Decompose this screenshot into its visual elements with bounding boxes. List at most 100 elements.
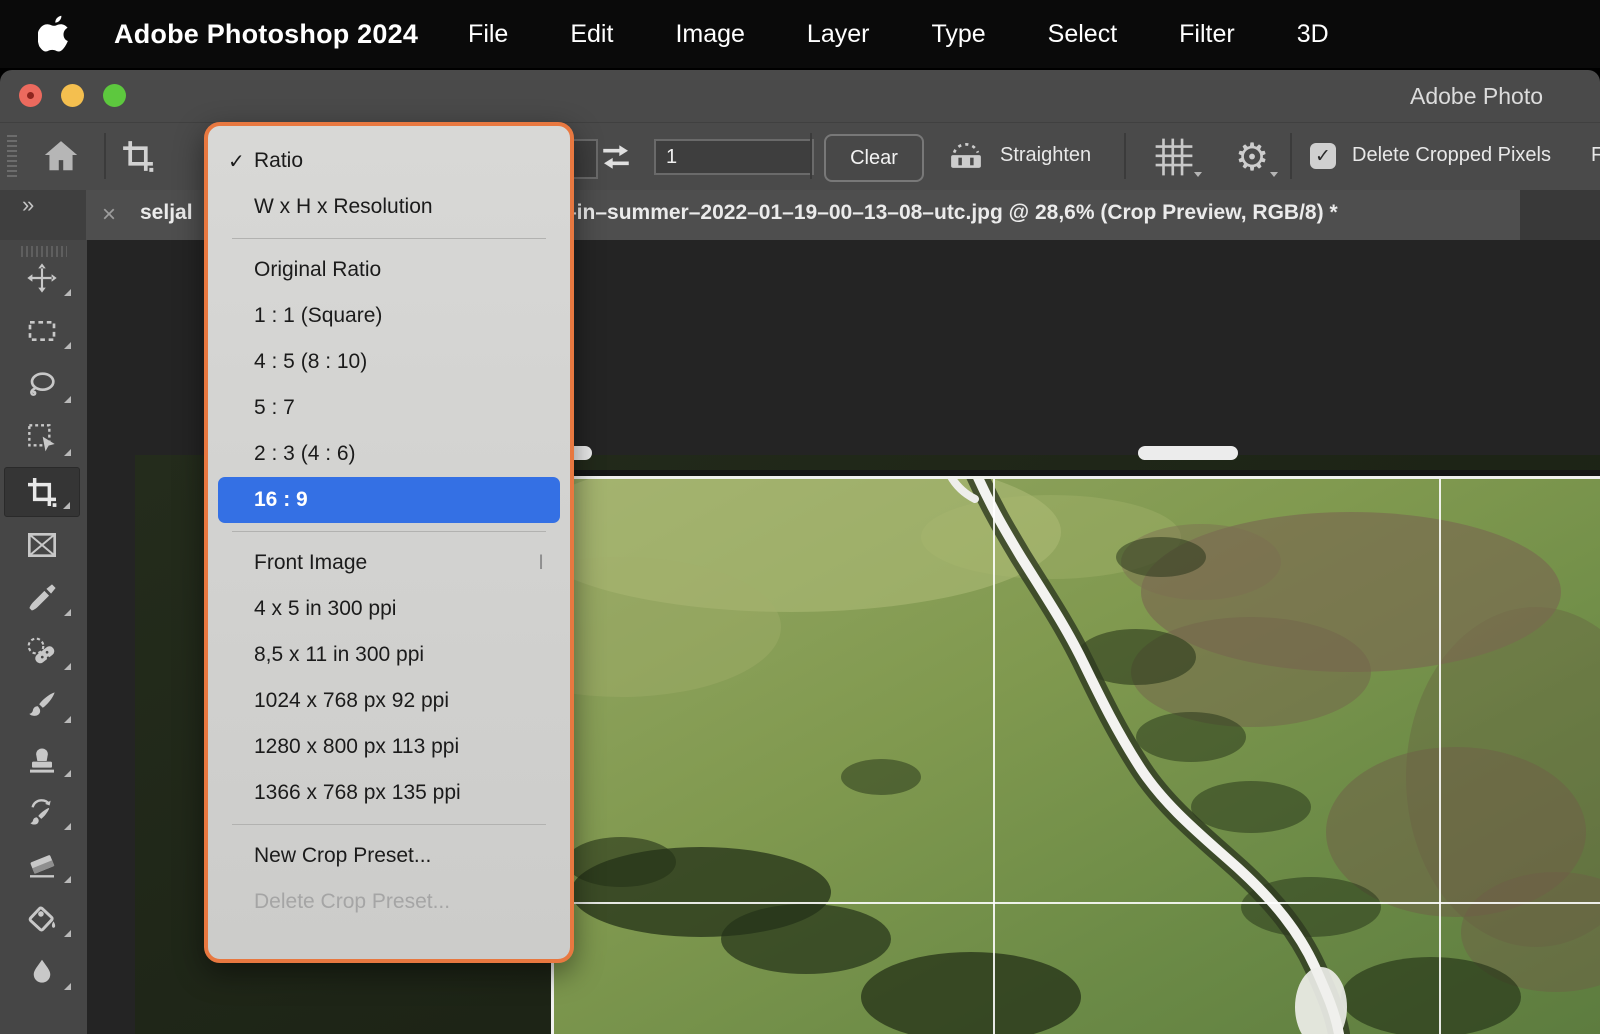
menu-item-label: 2 : 3 (4 : 6) bbox=[254, 442, 356, 466]
window-title: Adobe Photo bbox=[1410, 83, 1543, 110]
crop-top-middle-handle[interactable] bbox=[1138, 446, 1238, 460]
delete-cropped-pixels-checkbox[interactable]: ✓ bbox=[1310, 143, 1336, 169]
tool-frame[interactable] bbox=[4, 520, 80, 570]
spot-healing-brush-icon bbox=[26, 636, 58, 668]
tool-clone-stamp[interactable] bbox=[4, 734, 80, 784]
menu-item-4-x-5-in-300-ppi[interactable]: 4 x 5 in 300 ppi bbox=[218, 586, 560, 632]
crop-grid-horizontal-1 bbox=[553, 902, 1600, 904]
menu-item-2-3-4-6[interactable]: 2 : 3 (4 : 6) bbox=[218, 431, 560, 477]
menubar-item-filter[interactable]: Filter bbox=[1179, 20, 1235, 49]
tool-flyout-indicator bbox=[64, 983, 71, 990]
menu-item-label: 4 x 5 in 300 ppi bbox=[254, 597, 396, 621]
tool-flyout-indicator bbox=[64, 716, 71, 723]
menubar-item-edit[interactable]: Edit bbox=[570, 20, 613, 49]
crop-icon bbox=[26, 476, 58, 508]
straighten-label[interactable]: Straighten bbox=[1000, 144, 1091, 167]
swap-width-height-icon[interactable] bbox=[596, 137, 636, 177]
straighten-icon[interactable] bbox=[944, 137, 988, 179]
menu-item-label: Original Ratio bbox=[254, 258, 381, 282]
delete-cropped-pixels-label[interactable]: Delete Cropped Pixels bbox=[1352, 144, 1551, 167]
menu-items: File Edit Image Layer Type Select Filter 3D bbox=[468, 20, 1329, 49]
move-icon bbox=[26, 262, 58, 294]
crop-settings-gear-icon[interactable]: ⚙ bbox=[1228, 133, 1276, 181]
menubar-item-type[interactable]: Type bbox=[931, 20, 985, 49]
menu-item-label: 16 : 9 bbox=[254, 488, 308, 512]
crop-grid-vertical-1 bbox=[993, 479, 995, 1034]
tool-flyout-indicator bbox=[64, 342, 71, 349]
home-icon[interactable] bbox=[40, 135, 82, 177]
crop-preset-dropdown-menu: ✓RatioW x H x Resolution Original Ratio 1 … bbox=[204, 122, 574, 963]
menu-item-label: 1 : 1 (Square) bbox=[254, 304, 382, 328]
zoom-window-button[interactable] bbox=[103, 84, 126, 107]
menu-item-shortcut: I bbox=[538, 551, 544, 575]
menu-item-1024-x-768-px-92-ppi[interactable]: 1024 x 768 px 92 ppi bbox=[218, 678, 560, 724]
tool-eraser[interactable] bbox=[4, 840, 80, 890]
crop-tool-preset-icon[interactable] bbox=[118, 136, 158, 176]
macos-menu-bar: Adobe Photoshop 2024 File Edit Image Layer T… bbox=[0, 0, 1600, 68]
frame-icon bbox=[26, 529, 58, 561]
tool-flyout-indicator bbox=[64, 449, 71, 456]
tool-history-brush[interactable] bbox=[4, 787, 80, 837]
checkmark-icon: ✓ bbox=[228, 149, 245, 174]
tool-blur[interactable] bbox=[4, 947, 80, 997]
tool-flyout-indicator bbox=[64, 770, 71, 777]
tool-paint-bucket[interactable] bbox=[4, 894, 80, 944]
menu-item-ratio[interactable]: ✓Ratio bbox=[218, 138, 560, 184]
clone-stamp-icon bbox=[26, 743, 58, 775]
menu-item-5-7[interactable]: 5 : 7 bbox=[218, 385, 560, 431]
tool-flyout-indicator bbox=[64, 289, 71, 296]
apple-logo-icon[interactable] bbox=[38, 14, 72, 54]
tool-spot-healing-brush[interactable] bbox=[4, 627, 80, 677]
tool-flyout-indicator bbox=[64, 930, 71, 937]
window-title-bar bbox=[0, 70, 1600, 122]
menubar-item-select[interactable]: Select bbox=[1048, 20, 1117, 49]
menu-item-label: Delete Crop Preset... bbox=[254, 890, 450, 914]
collapse-panels-button[interactable]: » bbox=[0, 190, 86, 240]
crop-height-input[interactable] bbox=[654, 139, 814, 175]
clear-button[interactable]: Clear bbox=[824, 134, 924, 182]
menu-item-label: 5 : 7 bbox=[254, 396, 295, 420]
menu-item-label: 1024 x 768 px 92 ppi bbox=[254, 689, 449, 713]
menubar-item-image[interactable]: Image bbox=[675, 20, 744, 49]
menu-separator bbox=[232, 238, 546, 239]
paint-bucket-icon bbox=[26, 903, 58, 935]
menu-item-label: Front Image bbox=[254, 551, 367, 575]
crop-overlay-grid-icon[interactable] bbox=[1150, 135, 1198, 179]
tool-object-selection[interactable] bbox=[4, 413, 80, 463]
menu-item-1-1-square[interactable]: 1 : 1 (Square) bbox=[218, 293, 560, 339]
menu-item-new-crop-preset[interactable]: New Crop Preset... bbox=[218, 833, 560, 879]
menubar-item-3d[interactable]: 3D bbox=[1297, 20, 1329, 49]
checkmark-icon: ✓ bbox=[1315, 145, 1331, 168]
photoshop-window: Adobe Photoshop 2024 File Edit Image Layer T… bbox=[0, 0, 1600, 1034]
tool-move[interactable] bbox=[4, 253, 80, 303]
tool-lasso[interactable] bbox=[4, 360, 80, 410]
tool-eyedropper[interactable] bbox=[4, 573, 80, 623]
tool-flyout-indicator bbox=[63, 502, 70, 509]
menu-item-16-9[interactable]: 16 : 9 bbox=[218, 477, 560, 523]
minimize-window-button[interactable] bbox=[61, 84, 84, 107]
menu-item-1366-x-768-px-135-ppi[interactable]: 1366 x 768 px 135 ppi bbox=[218, 770, 560, 816]
close-tab-icon[interactable]: × bbox=[102, 201, 116, 229]
menubar-item-layer[interactable]: Layer bbox=[807, 20, 870, 49]
tool-rectangular-marquee[interactable] bbox=[4, 306, 80, 356]
brush-icon bbox=[26, 689, 58, 721]
menu-item-4-5-8-10[interactable]: 4 : 5 (8 : 10) bbox=[218, 339, 560, 385]
menubar-item-file[interactable]: File bbox=[468, 20, 508, 49]
object-selection-icon bbox=[26, 422, 58, 454]
crop-top-edge[interactable] bbox=[551, 476, 1600, 479]
tool-brush[interactable] bbox=[4, 680, 80, 730]
options-bar-grip[interactable] bbox=[7, 135, 17, 179]
menu-item-8-5-x-11-in-300-ppi[interactable]: 8,5 x 11 in 300 ppi bbox=[218, 632, 560, 678]
lasso-icon bbox=[26, 369, 58, 401]
menu-item-label: 8,5 x 11 in 300 ppi bbox=[254, 643, 424, 667]
tool-flyout-indicator bbox=[64, 609, 71, 616]
menu-item-original-ratio[interactable]: Original Ratio bbox=[218, 247, 560, 293]
app-name[interactable]: Adobe Photoshop 2024 bbox=[114, 19, 418, 50]
tools-panel bbox=[0, 240, 88, 1034]
close-window-button[interactable] bbox=[19, 84, 42, 107]
menu-item-1280-x-800-px-113-ppi[interactable]: 1280 x 800 px 113 ppi bbox=[218, 724, 560, 770]
menu-item-front-image[interactable]: Front Image I bbox=[218, 540, 560, 586]
menu-item-label: 4 : 5 (8 : 10) bbox=[254, 350, 367, 374]
menu-item-w-x-h-x-resolution[interactable]: W x H x Resolution bbox=[218, 184, 560, 230]
tool-crop-selected[interactable] bbox=[4, 467, 80, 517]
